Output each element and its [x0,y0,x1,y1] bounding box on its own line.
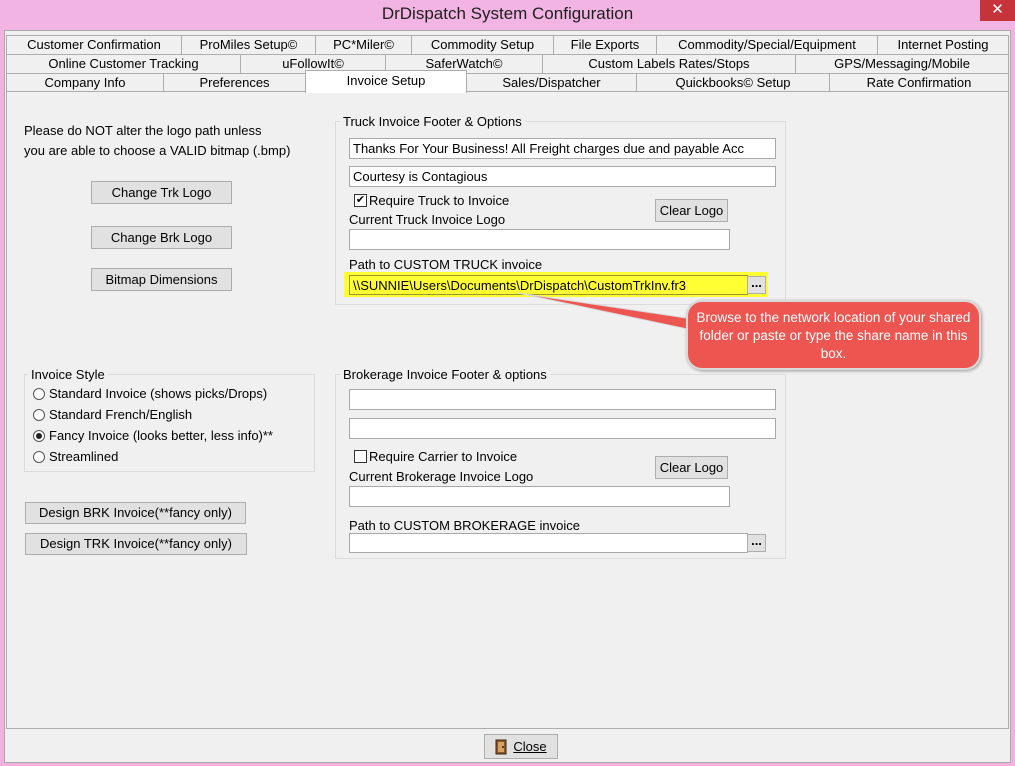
tab-invoice-setup[interactable]: Invoice Setup [305,70,467,93]
callout-pointer [517,292,701,331]
brokerage-footer-line2-field[interactable] [349,418,776,439]
close-button-label: Close [513,739,547,754]
door-exit-icon [495,739,509,755]
close-button[interactable]: Close [484,734,558,759]
brokerage-footer-line1-field[interactable] [349,389,776,410]
brokerage-custom-path-label: Path to CUSTOM BROKERAGE invoice [349,518,580,533]
callout-bubble: Browse to the network location of your s… [686,300,981,370]
require-carrier-checkbox[interactable] [354,450,367,463]
current-brokerage-logo-label: Current Brokerage Invoice Logo [349,469,534,484]
current-brokerage-logo-field[interactable] [349,486,730,507]
brokerage-custom-path-field[interactable] [349,533,748,553]
brokerage-path-browse-button[interactable]: ... [747,534,766,552]
brokerage-clear-logo-button[interactable]: Clear Logo [655,456,728,479]
brokerage-invoice-group-label: Brokerage Invoice Footer & options [340,367,550,382]
require-carrier-label[interactable]: Require Carrier to Invoice [369,449,517,464]
